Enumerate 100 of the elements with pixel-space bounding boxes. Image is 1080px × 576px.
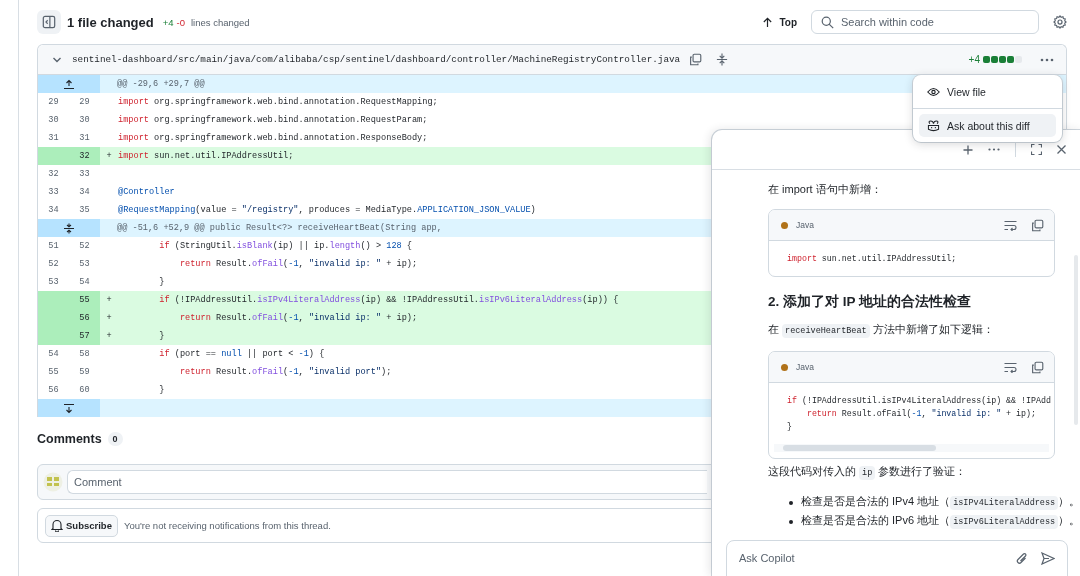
- chat-heading: 2. 添加了对 IP 地址的合法性检查: [768, 293, 973, 311]
- subscribe-button[interactable]: Subscribe: [45, 514, 118, 537]
- code-line: }: [787, 421, 793, 433]
- line-number: 29: [47, 96, 60, 109]
- fullscreen-icon[interactable]: [1031, 144, 1042, 155]
- code-line: return Result.ofFail(-1, "invalid ip: " + ip);: [178, 313, 418, 323]
- comments-count: 0: [107, 432, 123, 446]
- removed-count: -0: [176, 16, 185, 28]
- bell-icon: [51, 519, 63, 532]
- avatar-icon: [43, 472, 63, 492]
- file-tree-toggle-button[interactable]: [37, 10, 61, 34]
- line-number: 59: [78, 366, 91, 379]
- language-label: Java: [796, 220, 814, 230]
- line-number: 56: [47, 384, 60, 397]
- file-path[interactable]: sentinel-dashboard/src/main/java/com/alibaba/csp/sentinel/dashboard/controller/MachineRegistryController.java: [72, 54, 681, 65]
- expand-lines-button[interactable]: [38, 75, 100, 93]
- plus-icon[interactable]: [963, 144, 973, 155]
- search-icon: [821, 16, 834, 29]
- line-number: 34: [78, 186, 91, 199]
- line-number: 58: [78, 348, 91, 361]
- code-line: return Result.ofFail(-1, "invalid port");: [178, 367, 392, 377]
- expand-down-icon: [63, 402, 75, 414]
- file-added-count: +4: [968, 54, 980, 65]
- line-number: 30: [78, 114, 91, 127]
- list-item: 检查是否是合法的 IPv4 地址（ isIPv4LiteralAddress ）。: [801, 494, 1074, 512]
- search-field[interactable]: Search within code: [811, 10, 1039, 34]
- line-number: 34: [47, 204, 60, 217]
- sidebar-icon: [42, 15, 56, 29]
- code-line: if (!IPAddressUtil.isIPv4LiteralAddress(ip) && !IPAddressUtil.isIPv6LiteralAddress(ip)) {: [158, 295, 619, 305]
- line-number: 52: [78, 240, 91, 253]
- line-number: 32: [47, 168, 60, 181]
- code-line: }: [158, 277, 165, 287]
- expand-up-icon: [63, 78, 75, 90]
- line-number: 31: [47, 132, 60, 145]
- code-line: @Controller: [118, 187, 175, 197]
- paperclip-icon[interactable]: [1016, 552, 1028, 566]
- code-line: import sun.net.util.IPAddressUtil;: [118, 151, 294, 161]
- more-options-icon[interactable]: [988, 148, 1000, 151]
- line-number: 54: [47, 348, 60, 361]
- comment-input[interactable]: Comment: [67, 470, 707, 494]
- close-icon[interactable]: [1057, 145, 1066, 154]
- copy-icon[interactable]: [1031, 218, 1044, 232]
- list-item: 检查是否是合法的 IPv6 地址（ isIPv6LiteralAddress ）。: [801, 513, 1074, 531]
- code-line: import org.springframework.web.bind.annotation.RequestMapping;: [118, 97, 438, 107]
- code-line: @RequestMapping(value = "/registry", produces = MediaType.APPLICATION_JSON_VALUE): [118, 205, 536, 215]
- more-options-icon[interactable]: [1040, 57, 1054, 62]
- wrap-icon[interactable]: [1004, 219, 1017, 231]
- lines-changed-label: lines changed: [191, 16, 250, 28]
- code-line: import sun.net.util.IPAddressUtil;: [787, 253, 958, 265]
- wrap-icon[interactable]: [1004, 361, 1017, 373]
- subscribe-note: You're not receiving notifications from this thread.: [123, 520, 331, 531]
- code-line: if (StringUtil.isBlank(ip) || ip.length() > 128 {: [158, 241, 413, 251]
- line-number: 35: [78, 204, 91, 217]
- comments-title: Comments: [37, 432, 102, 446]
- copy-icon[interactable]: [1031, 360, 1044, 374]
- chat-paragraph: 在 import 语句中新增：: [768, 182, 883, 197]
- line-number: 53: [78, 258, 91, 271]
- line-number: 31: [78, 132, 91, 145]
- bullet-icon: [789, 500, 793, 505]
- horizontal-scrollbar[interactable]: [774, 444, 1049, 452]
- addition-sign: +: [106, 331, 112, 341]
- chat-paragraph: 这段代码对传入的 ip 参数进行了验证：: [768, 464, 968, 482]
- code-line: import org.springframework.web.bind.annotation.RequestParam;: [118, 115, 428, 125]
- expand-icon[interactable]: [716, 53, 729, 66]
- line-number: 60: [78, 384, 91, 397]
- expand-lines-button[interactable]: [38, 399, 100, 417]
- eye-icon: [927, 86, 940, 97]
- addition-sign: +: [106, 295, 112, 305]
- copy-icon[interactable]: [689, 53, 703, 66]
- language-dot-icon: [781, 221, 788, 229]
- code-line: if (port == null || port < -1) {: [158, 349, 325, 359]
- settings-icon[interactable]: [1053, 15, 1067, 29]
- addition-sign: +: [106, 151, 112, 161]
- line-number: 57: [69, 327, 100, 345]
- gutter-cell: [38, 147, 69, 165]
- expand-lines-button[interactable]: [38, 219, 100, 237]
- line-number: 51: [47, 240, 60, 253]
- language-label: Java: [796, 362, 814, 372]
- line-number: 54: [78, 276, 91, 289]
- code-line: }: [158, 331, 165, 341]
- send-icon[interactable]: [1041, 552, 1055, 565]
- ask-copilot-field[interactable]: Ask Copilot: [726, 540, 1068, 576]
- files-changed-title: 1 file changed: [67, 14, 154, 30]
- chat-paragraph: 在 receiveHeartBeat 方法中新增了如下逻辑：: [768, 322, 995, 340]
- code-line: return Result.ofFail(-1, "invalid ip: " + ip);: [805, 408, 1037, 420]
- top-button[interactable]: Top: [758, 16, 801, 28]
- code-line: }: [158, 385, 165, 395]
- added-count: +4: [162, 16, 174, 28]
- arrow-up-icon: [762, 16, 774, 28]
- menu-item[interactable]: View file: [919, 80, 1056, 103]
- line-number: 55: [69, 291, 100, 309]
- menu-item[interactable]: Ask about this diff: [919, 114, 1056, 137]
- line-number: 33: [47, 186, 60, 199]
- line-number: 53: [47, 276, 60, 289]
- addition-sign: +: [106, 313, 112, 323]
- code-line: if (!IPAddressUtil.isIPv4LiteralAddress(ip) && !IPAdd: [787, 395, 1052, 407]
- copilot-icon: [927, 119, 940, 132]
- line-number: 29: [78, 96, 91, 109]
- line-number: 30: [47, 114, 60, 127]
- line-number: 52: [47, 258, 60, 271]
